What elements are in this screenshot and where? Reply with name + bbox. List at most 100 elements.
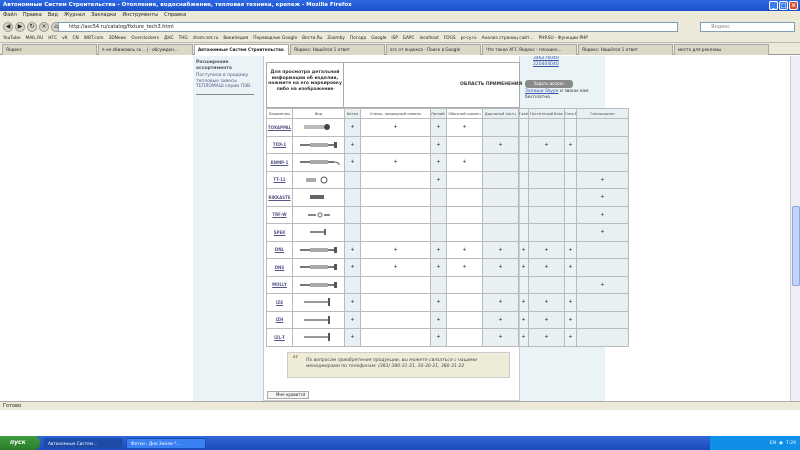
stop-icon[interactable]: × bbox=[39, 22, 49, 32]
screw-plug-icon[interactable] bbox=[296, 122, 342, 132]
bookmark-item[interactable]: pr-cy.ru bbox=[461, 34, 477, 42]
taskbar-item-firefox[interactable]: Автономные Систем... bbox=[43, 437, 123, 449]
product-image[interactable] bbox=[292, 240, 345, 259]
bookmark-item[interactable]: НГС bbox=[48, 34, 57, 42]
product-link[interactable]: DNS bbox=[266, 258, 293, 277]
bookmark-item[interactable]: WBT.com bbox=[84, 34, 104, 42]
frame-plug-3-icon[interactable] bbox=[296, 332, 342, 342]
search-input[interactable]: Яндекс bbox=[700, 22, 795, 32]
bookmark-item[interactable]: ДНС bbox=[164, 34, 174, 42]
menu-item[interactable]: Правка bbox=[23, 11, 42, 20]
product-image[interactable] bbox=[292, 135, 345, 154]
bookmark-item[interactable]: YouTube bbox=[3, 34, 20, 42]
spring-anchor-icon[interactable] bbox=[296, 227, 342, 237]
reload-icon[interactable]: ↻ bbox=[27, 22, 37, 32]
menu-item[interactable]: Файл bbox=[3, 11, 17, 20]
product-image[interactable] bbox=[292, 188, 345, 207]
taskbar-item-photos[interactable]: Фотки - Дно Земли *... bbox=[126, 437, 206, 449]
short-plug-icon[interactable] bbox=[296, 175, 342, 185]
product-link[interactable]: TT-11 bbox=[266, 170, 293, 189]
language-indicator[interactable]: EN bbox=[770, 441, 776, 446]
menu-item[interactable]: Справка bbox=[164, 11, 186, 20]
frame-plug-2-icon[interactable] bbox=[296, 315, 342, 325]
bookmark-item[interactable]: CN bbox=[73, 34, 79, 42]
minimize-button[interactable]: _ bbox=[769, 1, 778, 10]
system-tray: EN ◉ 7:29 bbox=[710, 436, 800, 450]
menu-item[interactable]: Журнал bbox=[64, 11, 85, 20]
browser-tab[interactable]: Автономные Систем Строительства bbox=[194, 44, 289, 55]
product-link[interactable]: IZE bbox=[266, 293, 293, 312]
phone-link-2[interactable]: 220404040 bbox=[533, 62, 559, 68]
product-link[interactable]: TRF-W bbox=[266, 205, 293, 224]
bookmark-item[interactable]: PHP.SU - Функции PHP bbox=[539, 34, 588, 42]
bookmark-item[interactable]: localhost bbox=[420, 34, 439, 42]
wing-plug-icon[interactable] bbox=[296, 210, 342, 220]
bookmark-item[interactable]: Переводчик Google bbox=[253, 34, 297, 42]
bookmark-item[interactable]: Overclockers bbox=[131, 34, 159, 42]
product-link[interactable]: SPEK bbox=[266, 223, 293, 242]
product-link[interactable]: RIKKASTE bbox=[266, 188, 293, 207]
product-image[interactable] bbox=[292, 153, 345, 172]
product-image[interactable] bbox=[292, 310, 345, 329]
bookmark-item[interactable]: Википедия bbox=[223, 34, 248, 42]
address-bar[interactable]: http://asc54.ru/catalog/fixture_tech3.ht… bbox=[58, 22, 678, 32]
screw-anchor-icon[interactable] bbox=[296, 262, 342, 272]
back-icon[interactable]: ◀ bbox=[3, 22, 13, 32]
long-anchor-icon[interactable] bbox=[296, 140, 342, 150]
product-link[interactable]: DNL bbox=[266, 240, 293, 259]
menu-item[interactable]: Закладки bbox=[91, 11, 116, 20]
application-cell: + bbox=[360, 258, 431, 277]
menu-item[interactable]: Вид bbox=[48, 11, 58, 20]
vertical-scrollbar[interactable] bbox=[790, 56, 800, 401]
close-button[interactable]: × bbox=[789, 1, 798, 10]
product-image[interactable] bbox=[292, 275, 345, 294]
nail-anchor-icon[interactable] bbox=[296, 245, 342, 255]
product-image[interactable] bbox=[292, 258, 345, 277]
product-link[interactable]: IZH bbox=[266, 310, 293, 329]
bookmark-item[interactable]: MAIL.RU bbox=[25, 34, 43, 42]
browser-tab[interactable]: Яндекс bbox=[2, 44, 97, 55]
scrollbar-thumb[interactable] bbox=[792, 206, 800, 286]
hook-anchor-icon[interactable] bbox=[296, 157, 342, 167]
bookmark-item[interactable]: ISP bbox=[391, 34, 398, 42]
start-button[interactable]: пуск bbox=[0, 436, 40, 450]
browser-tab[interactable]: Что такое АГС Яндекс - плохиен... bbox=[482, 44, 577, 55]
product-image[interactable] bbox=[292, 293, 345, 312]
product-link[interactable]: IZL-T bbox=[266, 328, 293, 347]
bookmark-item[interactable]: THG bbox=[179, 34, 188, 42]
browser-tab[interactable]: место для рекламы bbox=[674, 44, 769, 55]
forward-icon[interactable]: ▶ bbox=[15, 22, 25, 32]
skype-link[interactable]: Запиши Skype bbox=[525, 89, 559, 94]
bookmark-item[interactable]: vK bbox=[62, 34, 67, 42]
browser-tab[interactable]: агс от яндекса - Поиск в Google bbox=[386, 44, 481, 55]
browser-tab[interactable]: Яндекс: Нашёлся 1 ответ bbox=[290, 44, 385, 55]
bookmark-item[interactable]: 3DNews bbox=[109, 34, 127, 42]
menu-item[interactable]: Инструменты bbox=[122, 11, 158, 20]
small-plug-icon[interactable] bbox=[296, 192, 342, 202]
bookmark-item[interactable]: Вести.Ru bbox=[302, 34, 322, 42]
product-image[interactable] bbox=[292, 170, 345, 189]
bookmark-item[interactable]: Анализ страниц сайт... bbox=[482, 34, 534, 42]
product-image[interactable] bbox=[292, 223, 345, 242]
product-link[interactable]: KNMP-1 bbox=[266, 153, 293, 172]
ask-question-button[interactable]: Задать вопрос bbox=[525, 80, 573, 88]
news-text[interactable]: Поступили в продажу тепловые завесы ТЕПЛ… bbox=[196, 73, 260, 90]
maximize-button[interactable]: □ bbox=[779, 1, 788, 10]
bookmark-item[interactable]: FDGS bbox=[444, 34, 456, 42]
browser-tab[interactable]: я не обижаюсь ск... | - обсужден... bbox=[98, 44, 193, 55]
product-link[interactable]: TOXAPPAL bbox=[266, 118, 293, 137]
bookmark-item[interactable]: drom.net.ru bbox=[193, 34, 219, 42]
product-image[interactable] bbox=[292, 328, 345, 347]
product-link[interactable]: TDX-1 bbox=[266, 135, 293, 154]
product-image[interactable] bbox=[292, 205, 345, 224]
like-button[interactable]: Мне нравится bbox=[267, 391, 309, 399]
bookmark-item[interactable]: БАРС bbox=[403, 34, 414, 42]
molly-bolt-icon[interactable] bbox=[296, 280, 342, 290]
browser-tab[interactable]: Яндекс: Нашёлся 1 ответ bbox=[578, 44, 673, 55]
product-image[interactable] bbox=[292, 118, 345, 137]
product-link[interactable]: MOLLY bbox=[266, 275, 293, 294]
bookmark-item[interactable]: Погода bbox=[350, 34, 366, 42]
bookmark-item[interactable]: Zoomby bbox=[327, 34, 345, 42]
frame-plug-icon[interactable] bbox=[296, 297, 342, 307]
bookmark-item[interactable]: Google bbox=[371, 34, 386, 42]
